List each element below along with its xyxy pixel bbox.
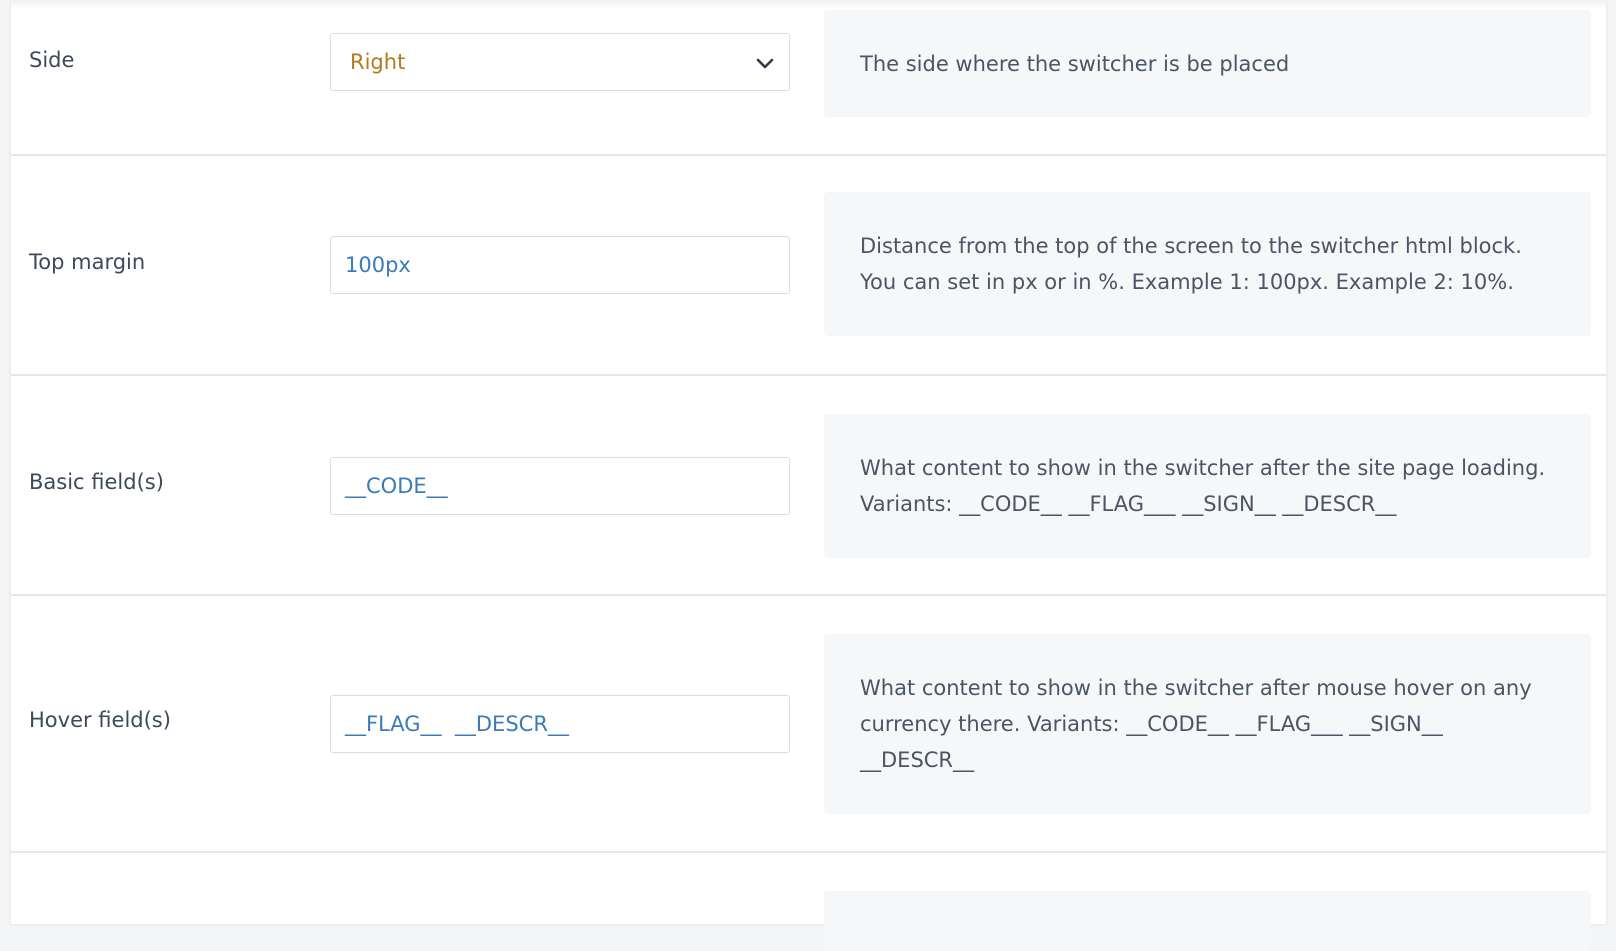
side-select[interactable]: Right [330, 33, 790, 91]
setting-row-side: Side Right The side where the switcher i… [11, 0, 1606, 156]
setting-row-basic-fields: Basic field(s) __CODE__ What content to … [11, 376, 1606, 596]
setting-description: Distance from the top of the screen to t… [824, 192, 1591, 336]
setting-label: Side [29, 48, 75, 72]
setting-description: What content to show in the switcher aft… [824, 414, 1591, 558]
setting-label: Top margin [29, 250, 146, 274]
setting-row-hover-fields: Hover field(s) __FLAG__ __DESCR__ What c… [11, 596, 1606, 853]
top-margin-input[interactable]: 100px [330, 236, 790, 294]
basic-fields-input[interactable]: __CODE__ [330, 457, 790, 515]
description-text: What content to show in the switcher aft… [860, 676, 1532, 772]
select-value: Right [350, 50, 406, 74]
settings-panel: Side Right The side where the switcher i… [11, 0, 1606, 951]
input-value: __FLAG__ __DESCR__ [345, 712, 569, 736]
setting-description [824, 891, 1591, 951]
description-text: The side where the switcher is be placed [860, 51, 1290, 76]
hover-fields-input[interactable]: __FLAG__ __DESCR__ [330, 695, 790, 753]
setting-description: The side where the switcher is be placed [824, 10, 1591, 117]
setting-row-top-margin: Top margin 100px Distance from the top o… [11, 156, 1606, 376]
chevron-down-icon [756, 58, 774, 69]
input-value: __CODE__ [345, 474, 448, 498]
setting-description: What content to show in the switcher aft… [824, 634, 1591, 814]
setting-label: Hover field(s) [29, 708, 171, 732]
setting-row-next [11, 853, 1606, 951]
setting-label: Basic field(s) [29, 470, 164, 494]
description-text: Distance from the top of the screen to t… [860, 234, 1522, 294]
input-value: 100px [345, 253, 411, 277]
description-text: What content to show in the switcher aft… [860, 456, 1546, 516]
